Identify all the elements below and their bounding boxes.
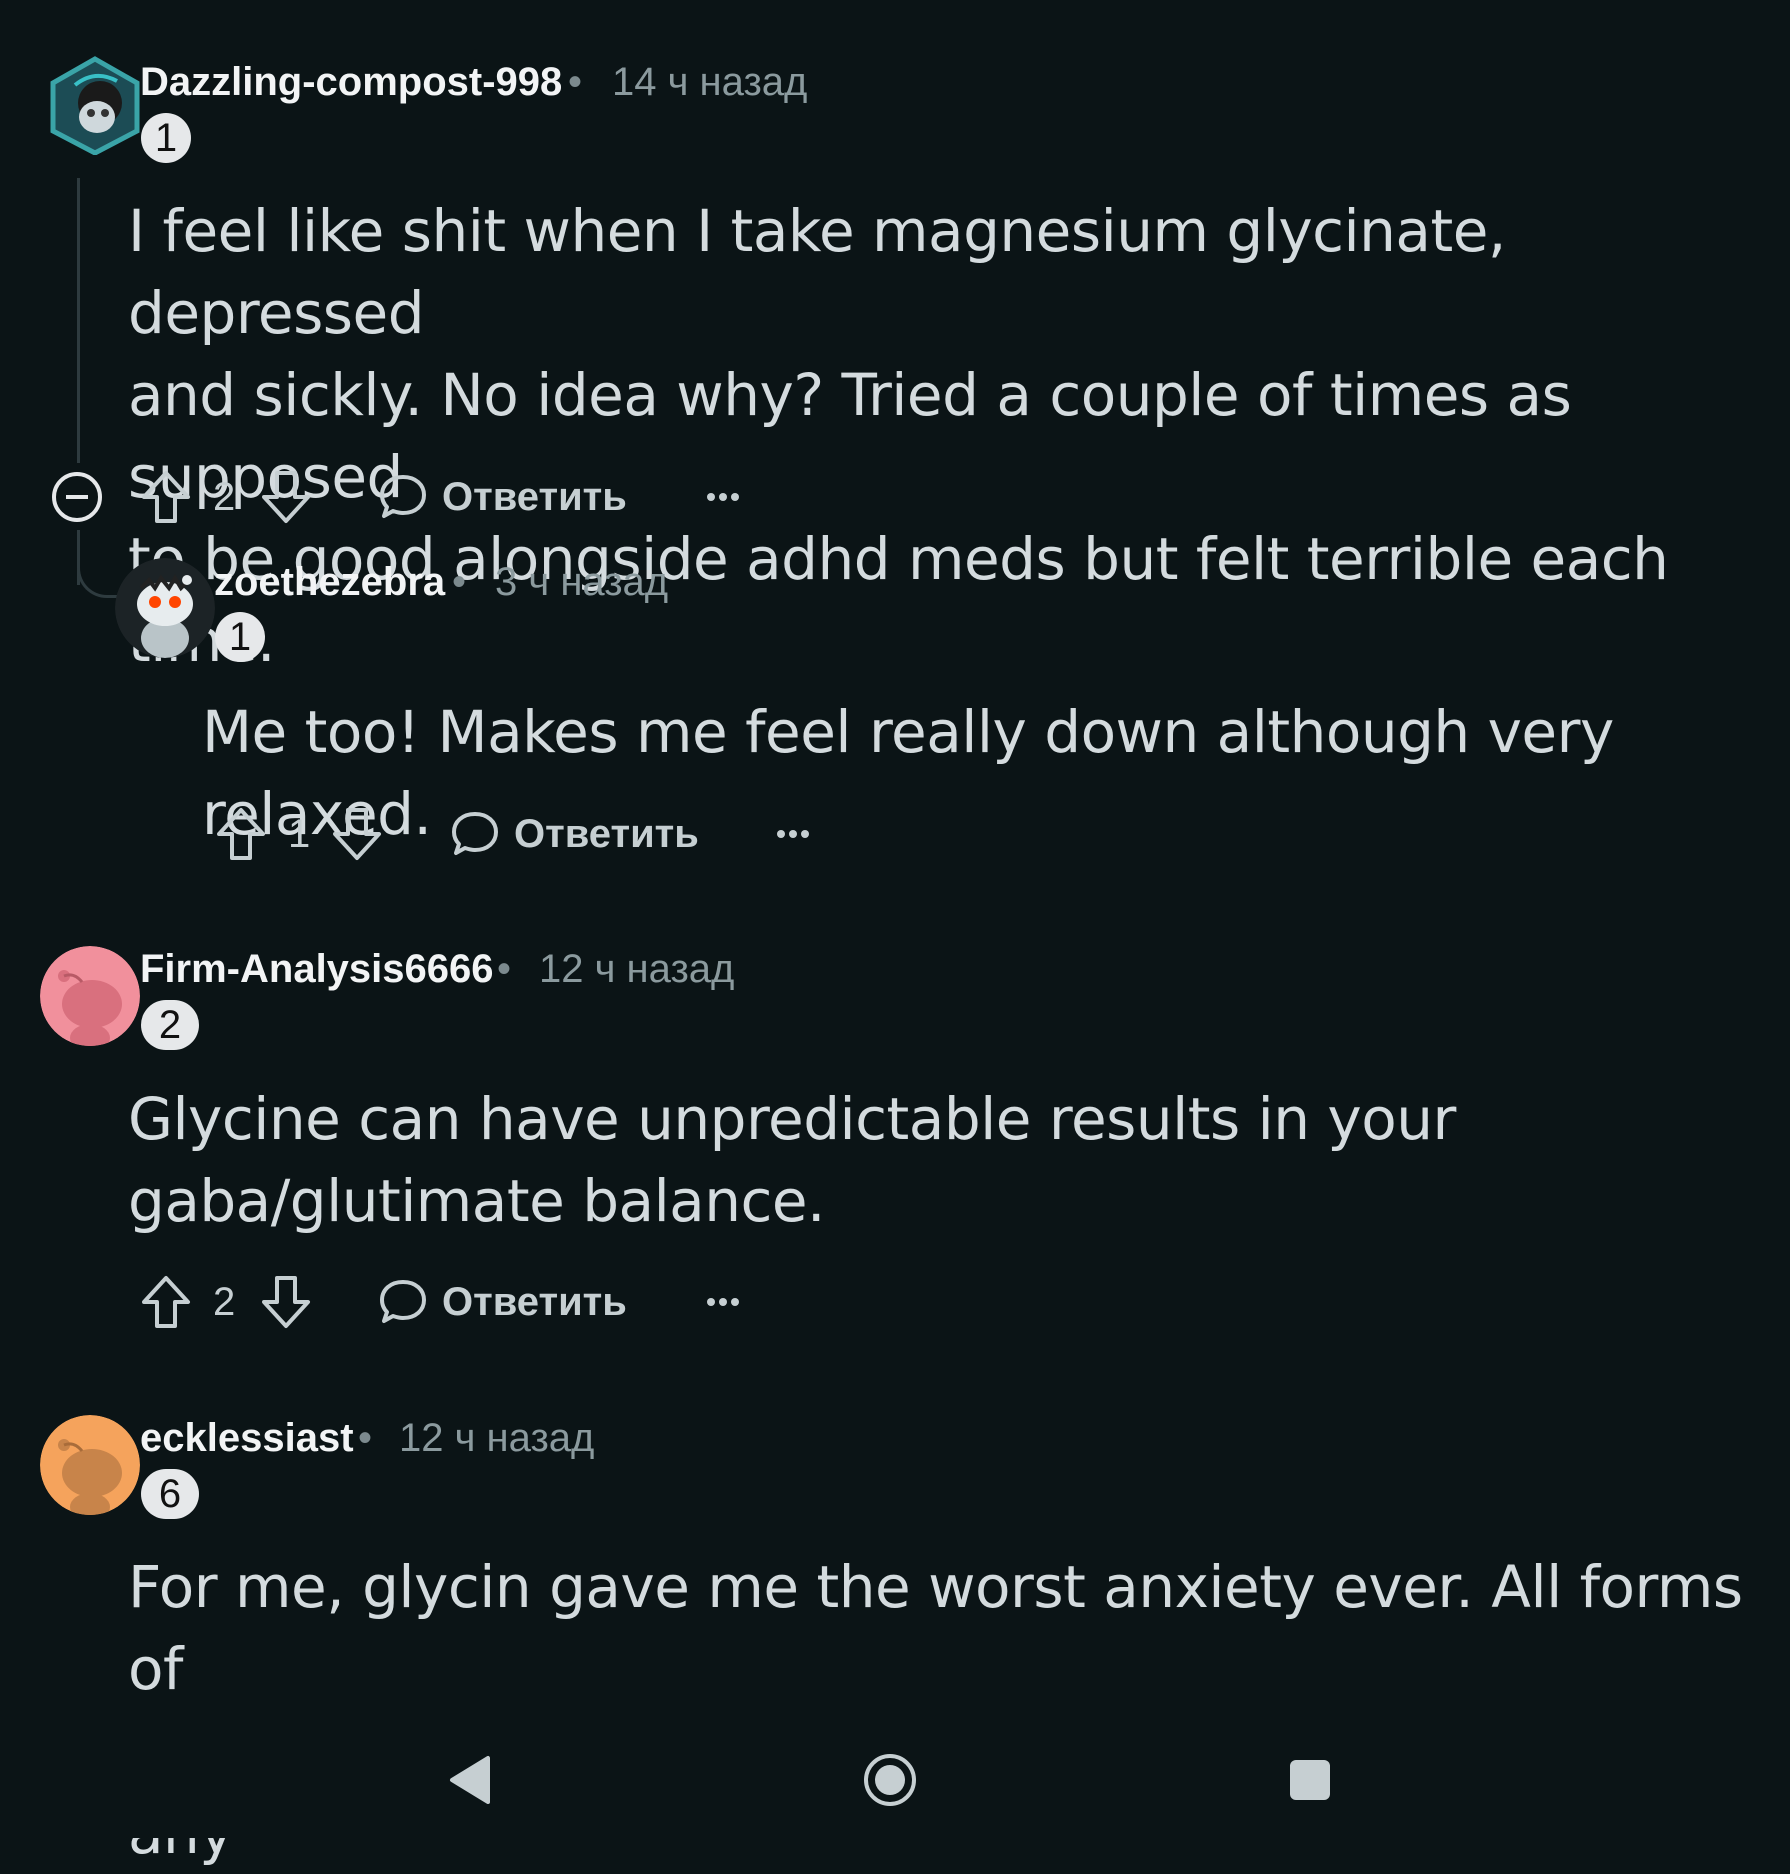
comment-body: Glycine can have unpredictable results i… (128, 1078, 1748, 1242)
comment-time: 14 ч назад (612, 60, 808, 104)
avatar[interactable] (45, 55, 145, 155)
avatar[interactable] (40, 1415, 140, 1515)
vote-count: 2 (213, 1272, 235, 1332)
comment-body-line: For me, glycin gave me the worst anxiety… (128, 1553, 1743, 1703)
comment-author[interactable]: zoethezebra (214, 560, 445, 605)
reply-button[interactable]: Ответить (378, 1272, 627, 1332)
ellipsis-icon (775, 828, 811, 840)
ellipsis-icon (705, 491, 741, 503)
downvote-button[interactable] (331, 804, 383, 864)
separator-dot: • (497, 947, 512, 991)
speech-bubble-icon (450, 809, 500, 859)
arrow-up-outline-icon (215, 806, 267, 862)
avatar[interactable] (40, 946, 140, 1046)
vote-count-text: 2 (213, 1279, 236, 1324)
speech-bubble-icon (378, 472, 428, 522)
separator-dot: • (568, 60, 583, 104)
arrow-down-outline-icon (260, 1274, 312, 1330)
more-options-button[interactable] (705, 1272, 741, 1332)
vote-count-text: 2 (213, 474, 236, 519)
user-flair-badge: 1 (141, 113, 191, 163)
circle-home-icon (860, 1754, 920, 1814)
upvote-button[interactable] (140, 467, 192, 527)
comment-actions: 1 Ответить (215, 804, 835, 864)
comment-body-line: Glycine can have unpredictable results i… (128, 1085, 1456, 1153)
vote-count: 1 (288, 804, 310, 864)
reply-label: Ответить (442, 474, 627, 519)
comment-body-line: gaba/glutimate balance. (128, 1167, 826, 1235)
square-recent-icon (1280, 1760, 1340, 1814)
triangle-back-icon (440, 1756, 500, 1814)
arrow-down-outline-icon (260, 469, 312, 525)
reply-label: Ответить (514, 811, 699, 856)
reply-button[interactable]: Ответить (450, 804, 699, 864)
upvote-button[interactable] (215, 804, 267, 864)
comment-actions: 2 Ответить (50, 467, 750, 527)
nav-back-button[interactable] (440, 1750, 500, 1810)
separator-dot: • (452, 560, 467, 604)
separator-dot: • (358, 1416, 373, 1460)
comment-time: 12 ч назад (539, 947, 735, 991)
comment-actions: 2 Ответить (140, 1272, 760, 1332)
reply-button[interactable]: Ответить (378, 467, 627, 527)
comment-time: 12 ч назад (399, 1416, 595, 1460)
ellipsis-icon (705, 1296, 741, 1308)
user-flair-badge: 2 (141, 1000, 199, 1050)
more-options-button[interactable] (705, 467, 741, 527)
upvote-button[interactable] (140, 1272, 192, 1332)
comment-author[interactable]: ecklessiast (140, 1416, 354, 1461)
user-flair-badge: 6 (141, 1469, 199, 1519)
reply-label: Ответить (442, 1279, 627, 1324)
avatar[interactable] (115, 558, 215, 658)
comment-author[interactable]: Firm-Analysis6666 (140, 947, 494, 992)
downvote-button[interactable] (260, 467, 312, 527)
comment-author[interactable]: Dazzling-compost-998 (140, 60, 562, 105)
comment-time: 3 ч назад (495, 560, 669, 604)
speech-bubble-icon (378, 1277, 428, 1327)
arrow-up-outline-icon (140, 469, 192, 525)
comment-body: I feel like shit when I take magnesium g… (128, 190, 1748, 682)
nav-home-button[interactable] (860, 1750, 920, 1810)
system-navigation-bar (0, 1720, 1790, 1838)
comment-body-line: I feel like shit when I take magnesium g… (128, 197, 1506, 347)
collapse-thread-button[interactable] (50, 467, 104, 527)
minus-circle-icon (50, 470, 104, 524)
arrow-down-outline-icon (331, 806, 383, 862)
arrow-up-outline-icon (140, 1274, 192, 1330)
thread-line (77, 178, 80, 463)
vote-count-text: 1 (288, 811, 311, 856)
more-options-button[interactable] (775, 804, 811, 864)
vote-count: 2 (213, 467, 235, 527)
user-flair-badge: 1 (215, 612, 265, 662)
downvote-button[interactable] (260, 1272, 312, 1332)
nav-recent-apps-button[interactable] (1280, 1750, 1340, 1810)
